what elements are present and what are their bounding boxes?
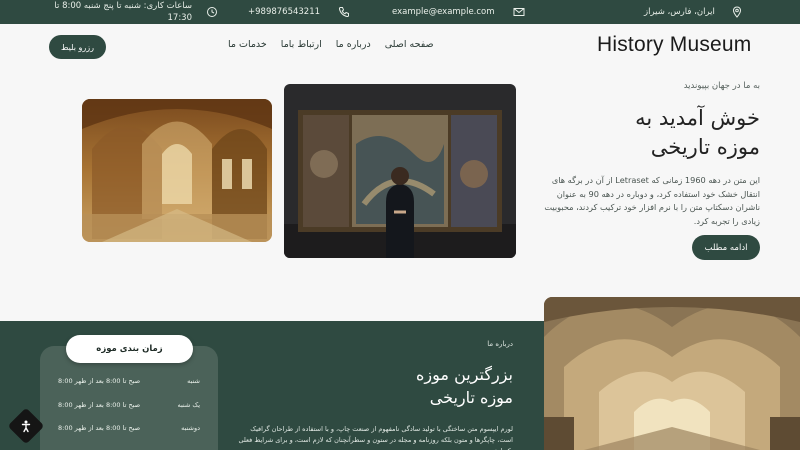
working-hours: ساعات کاری: شنبه تا پنج شنبه 8:00 تا 17:… [54, 0, 193, 24]
schedule-row: یک شنبه 8:00 صبح تا 8:00 بعد از ظهر [58, 401, 200, 409]
arches-corridor-image [544, 297, 800, 450]
gallery-painting-image [284, 84, 516, 258]
nav-item-home[interactable]: صفحه اصلی [385, 39, 434, 50]
hero-title-line2: موزه تاریخی [650, 135, 760, 159]
nav-item-about[interactable]: درباره ما [336, 39, 371, 50]
about-title: بزرگترین موزه موزه تاریخی [380, 363, 513, 409]
about-description: لورم ایپسوم متن ساختگی با تولید سادگی نا… [238, 425, 513, 450]
hero-title: خوش آمدید به موزه تاریخی [635, 104, 760, 162]
working-hours-line2: 17:30 [167, 13, 193, 23]
schedule-day: شنبه [187, 377, 200, 385]
about-eyebrow: درباره ما [487, 340, 513, 348]
read-more-button[interactable]: ادامه مطلب [692, 235, 760, 260]
hero-description: این متن در دهه 1960 زمانی که Letraset از… [544, 175, 760, 226]
schedule-title: زمان بندی موزه [66, 335, 193, 363]
working-hours-line1: ساعات کاری: شنبه تا پنج شنبه 8:00 تا [54, 1, 192, 11]
phone-icon [338, 7, 350, 18]
schedule-hours: 8:00 صبح تا 8:00 بعد از ظهر [58, 424, 141, 432]
hero-title-line1: خوش آمدید به [635, 106, 760, 130]
hero-eyebrow: به ما در جهان بپیوندید [683, 81, 760, 91]
location-pin-icon [732, 6, 741, 18]
top-info-bar: ایران، فارس، شیراز example@example.com +… [0, 0, 800, 24]
mail-icon [513, 8, 525, 16]
schedule-row: دوشنبه 8:00 صبح تا 8:00 بعد از ظهر [58, 424, 200, 432]
schedule-day: دوشنبه [181, 424, 200, 432]
email-text[interactable]: example@example.com [392, 7, 495, 17]
accessibility-icon[interactable] [19, 419, 33, 433]
about-title-line1: بزرگترین موزه [416, 365, 513, 384]
email-item[interactable]: example@example.com [392, 0, 525, 24]
nav-item-services[interactable]: خدمات ما [228, 39, 267, 50]
schedule-hours: 8:00 صبح تا 8:00 بعد از ظهر [58, 401, 141, 409]
schedule-day: یک شنبه [177, 401, 200, 409]
main-header: رزرو بلیط خدمات ما ارتباط باما درباره ما… [0, 24, 800, 70]
nav-item-contact[interactable]: ارتباط باما [281, 39, 322, 50]
clock-item [206, 0, 218, 24]
site-logo[interactable]: History Museum [597, 33, 752, 57]
ornate-hall-image [82, 99, 272, 242]
about-title-line2: موزه تاریخی [429, 388, 513, 407]
schedule-hours: 8:00 صبح تا 8:00 بعد از ظهر [58, 377, 141, 385]
schedule-row: شنبه 8:00 صبح تا 8:00 بعد از ظهر [58, 377, 200, 385]
phone-item[interactable]: +989876543211 [248, 0, 350, 24]
location-text: ایران، فارس، شیراز [644, 7, 715, 17]
main-nav: خدمات ما ارتباط باما درباره ما صفحه اصلی [228, 39, 434, 50]
phone-text[interactable]: +989876543211 [248, 7, 320, 17]
clock-icon [207, 7, 217, 17]
location-item: ایران، فارس، شیراز [644, 0, 743, 24]
book-ticket-button[interactable]: رزرو بلیط [49, 35, 106, 59]
